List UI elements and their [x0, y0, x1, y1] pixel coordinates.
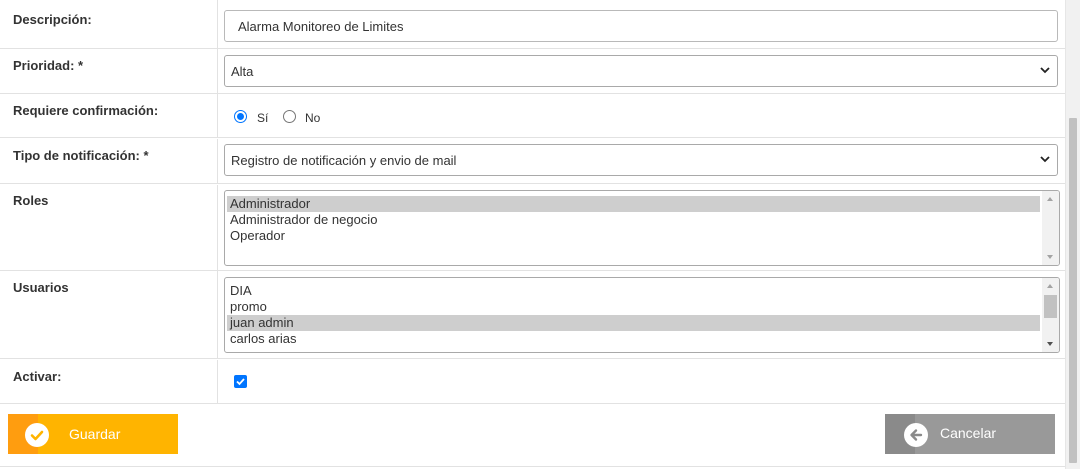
usuarios-scrollbar[interactable] [1042, 278, 1059, 352]
usuarios-label: Usuarios [13, 280, 69, 295]
row-roles: Roles Administrador Administrador de neg… [0, 185, 1066, 271]
arrow-left-circle-icon [904, 423, 928, 447]
roles-option[interactable]: Operador [227, 228, 1040, 244]
radio-si-label: Sí [257, 111, 269, 125]
descripcion-label: Descripción: [13, 12, 92, 27]
cancel-button-label: Cancelar [940, 425, 997, 441]
activar-checkbox[interactable] [234, 375, 247, 388]
column-divider [217, 49, 218, 93]
roles-option[interactable]: Administrador de negocio [227, 212, 1040, 228]
radio-no[interactable] [283, 110, 296, 123]
column-divider [217, 94, 218, 137]
chevron-down-icon [1040, 156, 1050, 163]
usuarios-option[interactable]: promo [227, 299, 1040, 315]
usuarios-option[interactable]: juan admin [227, 315, 1040, 331]
save-button-label: Guardar [69, 426, 121, 442]
column-divider [217, 185, 218, 270]
row-tipo-notificacion: Tipo de notificación: * Registro de noti… [0, 139, 1066, 184]
roles-option[interactable]: Administrador [227, 196, 1040, 212]
roles-scrollbar[interactable] [1042, 191, 1059, 265]
check-icon [236, 378, 245, 386]
row-prioridad: Prioridad: * Alta [0, 49, 1066, 94]
tipo-notificacion-select[interactable]: Registro de notificación y envio de mail [224, 144, 1058, 176]
scroll-up-icon[interactable] [1047, 284, 1053, 288]
save-button[interactable]: Guardar [8, 414, 178, 454]
roles-label: Roles [13, 193, 49, 208]
page-scrollbar[interactable] [1065, 0, 1080, 469]
column-divider [217, 360, 218, 403]
row-usuarios: Usuarios DIA promo juan admin carlos ari… [0, 271, 1066, 359]
check-circle-icon [25, 423, 49, 447]
row-confirmacion: Requiere confirmación: Sí No [0, 94, 1066, 138]
row-descripcion: Descripción: [0, 0, 1066, 49]
column-divider [217, 139, 218, 183]
activar-label: Activar: [13, 369, 62, 384]
usuarios-listbox[interactable]: DIA promo juan admin carlos arias [224, 277, 1060, 353]
scroll-down-icon[interactable] [1047, 255, 1053, 259]
prioridad-value: Alta [231, 64, 254, 79]
tipo-notificacion-value: Registro de notificación y envio de mail [231, 153, 457, 168]
roles-listbox[interactable]: Administrador Administrador de negocio O… [224, 190, 1060, 266]
column-divider [217, 271, 218, 358]
confirmacion-label: Requiere confirmación: [13, 103, 159, 118]
column-divider [217, 0, 218, 48]
usuarios-option[interactable]: carlos arias [227, 331, 1040, 347]
scroll-up-icon[interactable] [1047, 197, 1053, 201]
chevron-down-icon [1040, 67, 1050, 74]
prioridad-select[interactable]: Alta [224, 55, 1058, 87]
prioridad-label: Prioridad: * [13, 58, 84, 73]
scroll-thumb[interactable] [1044, 295, 1057, 318]
cancel-button[interactable]: Cancelar [885, 414, 1055, 454]
descripcion-input[interactable] [224, 10, 1058, 42]
page-scrollbar-thumb[interactable] [1069, 118, 1077, 463]
form-bottom-divider [0, 466, 1066, 467]
tipo-notificacion-label: Tipo de notificación: * [13, 148, 149, 163]
usuarios-option[interactable]: DIA [227, 283, 1040, 299]
radio-si[interactable] [234, 110, 247, 123]
row-activar: Activar: [0, 360, 1066, 404]
scroll-down-icon[interactable] [1047, 342, 1053, 346]
radio-no-label: No [305, 111, 321, 125]
